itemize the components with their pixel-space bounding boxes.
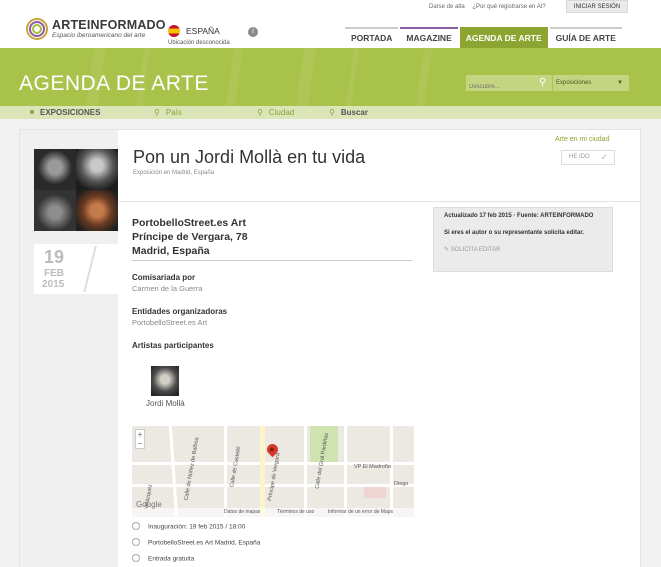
map-terms-link[interactable]: Términos de uso	[277, 509, 314, 515]
location-status: Ubicación desconocida	[168, 40, 230, 46]
section-banner: AGENDA DE ARTE ⚲ Exposiciones ▼	[0, 48, 661, 106]
logo-rings-icon	[26, 18, 48, 40]
info-box: Actualizado 17 feb 2015 · Fuente: ARTEIN…	[433, 207, 613, 272]
date-day: 19	[44, 247, 65, 267]
map-brand: Google	[136, 500, 162, 509]
address-info: PortobelloStreet.es Art Madrid, España	[132, 538, 260, 547]
section-title: AGENDA DE ARTE	[19, 72, 209, 95]
owner-note: Si eres el autor o su representante soli…	[444, 230, 585, 236]
curated-label: Comisariada por	[132, 273, 196, 282]
date-divider	[83, 246, 97, 292]
page: ARTEINFORMADO Espacio iberoamericano del…	[0, 0, 661, 567]
filter-search[interactable]: ⚲ Buscar	[329, 106, 368, 119]
clock-icon	[132, 522, 140, 530]
he-ido-button[interactable]: HE IDO ✓	[561, 150, 615, 165]
artist-photo[interactable]	[151, 366, 179, 396]
filter-bar: EXPOSICIONES ⚲ País ⚲ Ciudad ⚲ Buscar	[0, 106, 661, 119]
location-pin-icon: ⚲	[154, 108, 160, 117]
organizers-label: Entidades organizadoras	[132, 307, 228, 316]
filter-type[interactable]: EXPOSICIONES	[30, 106, 100, 119]
entry-info: Entrada gratuita	[132, 554, 194, 563]
organizers-value[interactable]: PortobelloStreet.es Art	[132, 318, 207, 327]
search-box: ⚲	[466, 75, 552, 95]
type-select[interactable]: Exposiciones ▼	[553, 75, 629, 91]
map-report-link[interactable]: Informar de un error de Maps	[328, 509, 393, 515]
map-poi-label: VP El Madroño	[354, 464, 391, 470]
venue-city: Madrid, España	[132, 245, 210, 257]
artists-label: Artistas participantes	[132, 341, 214, 350]
spain-flag-icon	[168, 25, 180, 37]
map-metro-label: Diego	[394, 481, 409, 487]
site-logo[interactable]: ARTEINFORMADO Espacio iberoamericano del…	[26, 18, 166, 40]
main-nav: PORTADA MAGAZINE AGENDA DE ARTE GUÍA DE …	[345, 27, 624, 48]
location-pin-icon: ⚲	[257, 108, 263, 117]
my-city-link[interactable]: Arte en mi ciudad	[555, 136, 609, 143]
date-month: FEB	[44, 268, 64, 279]
curated-value[interactable]: Carmen de la Guerra	[132, 284, 202, 293]
event-subtitle: Exposición en Madrid, España	[133, 170, 215, 176]
nav-guia-de-arte[interactable]: GUÍA DE ARTE	[549, 27, 622, 48]
type-select-value: Exposiciones	[556, 80, 592, 86]
map-data-link[interactable]: Datos de mapas	[224, 509, 260, 515]
venue-block: PortobelloStreet.es Art Príncipe de Verg…	[132, 216, 248, 258]
search-icon: ⚲	[329, 108, 335, 117]
pencil-icon: ✎	[444, 247, 450, 253]
brand-name: ARTEINFORMADO	[52, 17, 166, 32]
nav-magazine[interactable]: MAGAZINE	[400, 27, 458, 48]
brand-tagline: Espacio iberoamericano del arte	[52, 31, 146, 39]
map-zoom-control[interactable]: + −	[135, 429, 145, 449]
filter-city[interactable]: ⚲ Ciudad	[257, 106, 294, 119]
event-header: Pon un Jordi Mollà en tu vida Exposición…	[118, 130, 641, 202]
filter-country[interactable]: ⚲ País	[154, 106, 182, 119]
why-register-link[interactable]: ¿Por qué registrarse en AI?	[472, 4, 545, 10]
country-name: ESPAÑA	[186, 26, 220, 36]
site-header: ARTEINFORMADO Espacio iberoamericano del…	[0, 0, 661, 48]
login-button[interactable]: INICIAR SESIÓN	[566, 0, 628, 13]
event-date: 19 FEB 2015	[34, 244, 118, 294]
map-street-label: Calle de Núñez de Balboa	[183, 437, 201, 501]
nav-portada[interactable]: PORTADA	[345, 27, 399, 48]
request-edit-link[interactable]: ✎ SOLICITA EDITAR	[444, 246, 501, 253]
check-icon: ✓	[600, 152, 608, 162]
date-year: 2015	[42, 279, 65, 290]
venue-name[interactable]: PortobelloStreet.es Art	[132, 216, 248, 230]
event-card: 19 FEB 2015 Pon un Jordi Mollà en tu vid…	[19, 129, 641, 567]
top-links: Darse de alta ¿Por qué registrarse en AI…	[429, 4, 552, 10]
search-icon[interactable]: ⚲	[539, 77, 546, 89]
register-link[interactable]: Darse de alta	[429, 4, 465, 10]
event-image[interactable]	[34, 149, 118, 231]
map-street-label: Príncipe de Vergara	[267, 452, 282, 502]
chevron-down-icon: ▼	[617, 80, 623, 86]
location-pin-icon	[132, 538, 140, 546]
opening-info: Inauguración: 19 feb 2015 / 18:00	[132, 522, 245, 531]
nav-agenda-de-arte[interactable]: AGENDA DE ARTE	[459, 27, 548, 48]
artist-name[interactable]: Jordi Mollà	[146, 399, 185, 408]
event-title: Pon un Jordi Mollà en tu vida	[133, 147, 366, 167]
venue-street: Príncipe de Vergara, 78	[132, 231, 248, 243]
ticket-icon	[132, 554, 140, 562]
bullet-icon	[30, 109, 34, 114]
change-country-icon[interactable]: i	[248, 27, 258, 37]
venue-divider	[132, 260, 412, 261]
location-map[interactable]: + − Velázquez Calle de Núñez de Balboa Ca…	[132, 426, 414, 517]
search-input[interactable]	[466, 79, 536, 95]
updated-note: Actualizado 17 feb 2015 · Fuente: ARTEIN…	[444, 213, 594, 219]
map-street-label: Calle de Castelló	[229, 446, 243, 488]
